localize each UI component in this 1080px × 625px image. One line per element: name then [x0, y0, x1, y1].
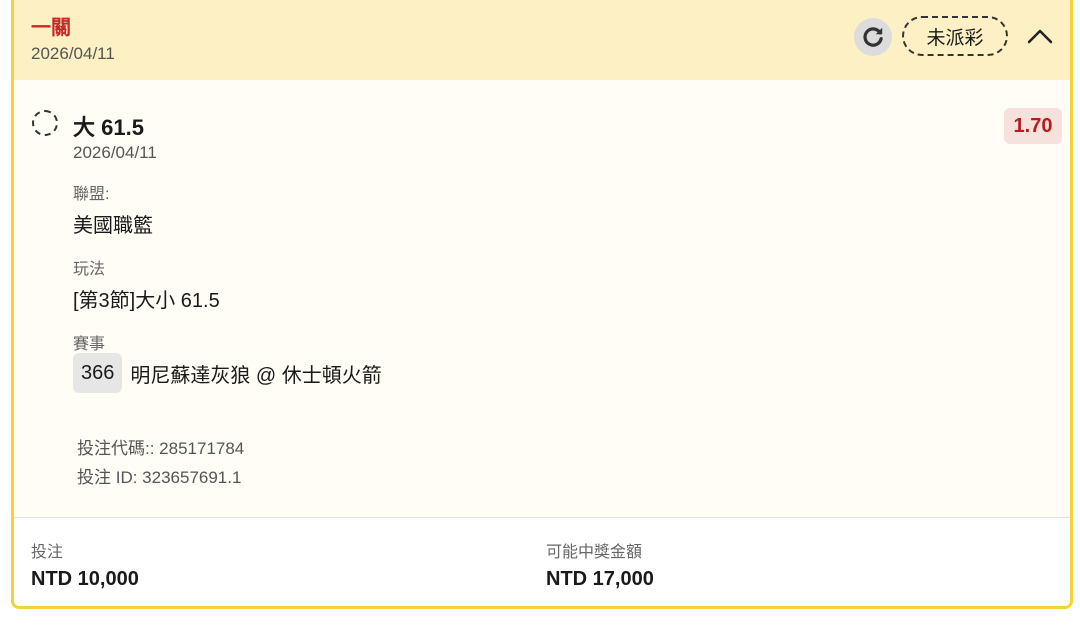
collapse-button[interactable] [1020, 18, 1060, 54]
selection-name: 大 61.5 [73, 115, 144, 140]
chevron-up-icon [1027, 29, 1053, 44]
event-number-badge: 366 [73, 353, 123, 393]
bet-id: 投注 ID: 323657691.1 [77, 468, 242, 487]
refresh-button[interactable] [854, 18, 892, 56]
bet-code: 投注代碼:: 285171784 [77, 439, 245, 458]
footer-divider [14, 517, 1070, 518]
bet-slip-header[interactable]: 一關 2026/04/11 未派彩 [14, 0, 1070, 80]
market-value: [第3節]大小 61.5 [73, 290, 220, 312]
odds-badge: 1.70 [1004, 108, 1062, 144]
event-row: 366 明尼蘇達灰狼 @ 休士頓火箭 [73, 353, 382, 393]
refresh-icon [863, 27, 883, 47]
stake-value: NTD 10,000 [31, 568, 139, 590]
selection-date: 2026/04/11 [73, 143, 157, 162]
payout-value: NTD 17,000 [546, 568, 654, 590]
selection-radio[interactable] [32, 110, 58, 136]
event-label: 賽事 [73, 336, 106, 353]
league-label: 聯盟: [73, 186, 110, 203]
market-label: 玩法 [73, 261, 106, 278]
status-badge: 未派彩 [902, 16, 1008, 56]
payout-label: 可能中獎金額 [546, 544, 643, 561]
league-value: 美國職籃 [73, 215, 153, 237]
stake-label: 投注 [31, 544, 64, 561]
bet-date: 2026/04/11 [31, 44, 115, 63]
bet-type-title: 一關 [31, 17, 71, 39]
bet-slip-card: 一關 2026/04/11 未派彩 大 61.5 1.70 2026/04/11… [11, 0, 1073, 609]
summary-footer [14, 518, 1070, 606]
event-name: 明尼蘇達灰狼 @ 休士頓火箭 [130, 364, 382, 387]
